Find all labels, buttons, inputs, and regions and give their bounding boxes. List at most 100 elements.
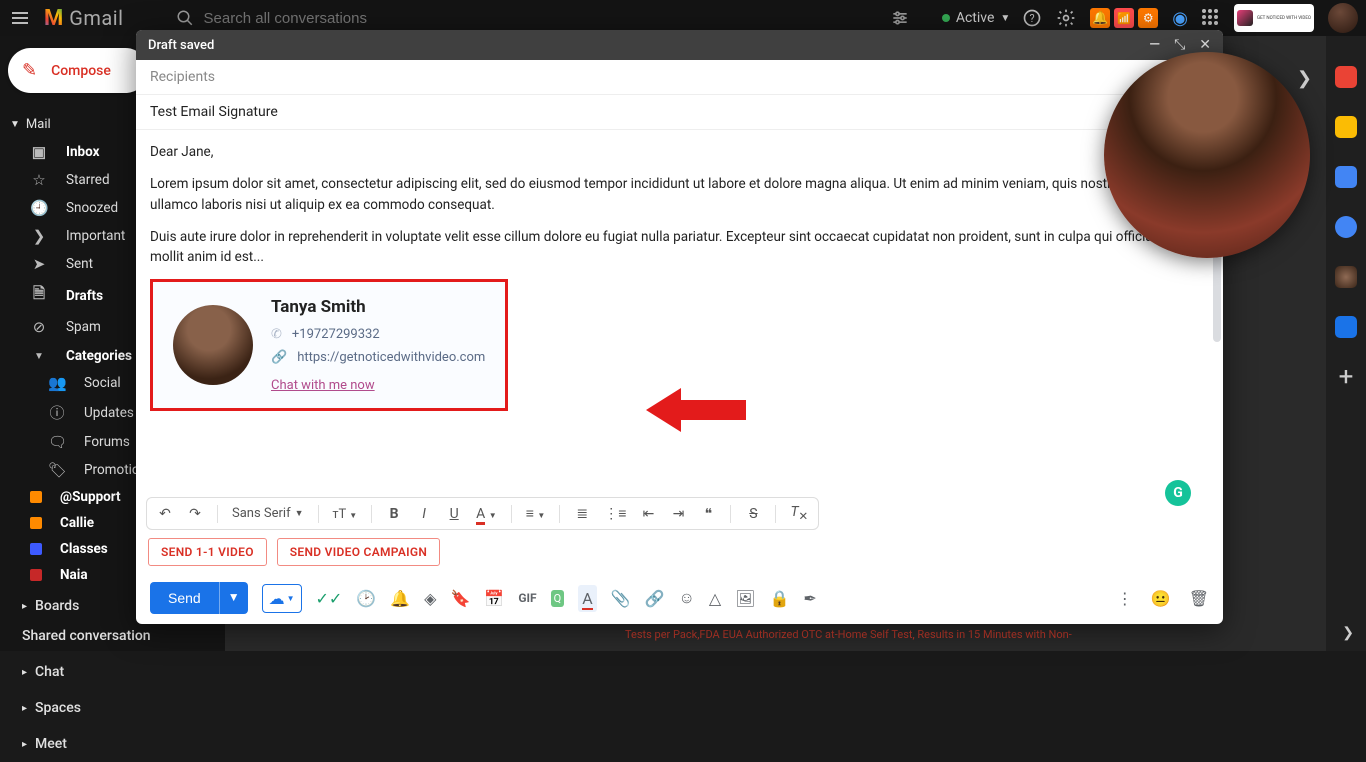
compose-body[interactable]: Dear Jane, Lorem ipsum dolor sit amet, c…: [136, 130, 1223, 493]
caret-right-icon: ▸: [22, 667, 27, 678]
gif-icon[interactable]: GIF: [518, 591, 536, 605]
sidebar-meet[interactable]: ▸Meet: [0, 726, 225, 762]
sidebar-spaces[interactable]: ▸Spaces: [0, 690, 225, 726]
send-more-options[interactable]: ▼: [219, 582, 248, 614]
undo-button[interactable]: ↶: [157, 506, 173, 522]
send-video-campaign-button[interactable]: SEND VIDEO CAMPAIGN: [277, 538, 440, 566]
compose-header[interactable]: Draft saved — ⤡ ✕: [136, 30, 1223, 60]
ext-chart-icon[interactable]: 📶: [1114, 8, 1134, 28]
sidebar-chat[interactable]: ▸Chat: [0, 654, 225, 690]
label-color-icon: [30, 569, 42, 581]
sidebar-item-label: Updates: [84, 405, 134, 421]
text-color-button[interactable]: A ▼: [476, 506, 497, 522]
search-options-icon[interactable]: [890, 8, 910, 28]
numbered-list-button[interactable]: ≣: [574, 506, 590, 522]
sidebar-item-label: Naia: [60, 567, 88, 583]
ext-gear-icon[interactable]: ⚙: [1138, 8, 1158, 28]
signature-chat-link[interactable]: Chat with me now: [271, 376, 485, 396]
updates-icon: ⓘ: [48, 402, 66, 423]
google-apps-icon[interactable]: [1202, 9, 1220, 27]
sidebar-shared-conversation[interactable]: Shared conversation: [0, 624, 225, 654]
gmail-m-icon: M: [44, 6, 63, 31]
indent-less-button[interactable]: ⇤: [640, 506, 656, 522]
signature-edit-icon[interactable]: ✒: [803, 589, 816, 608]
brand-logo-icon: [1237, 10, 1253, 26]
important-icon: ❯: [30, 227, 48, 245]
formatting-toggle-icon[interactable]: A: [578, 585, 596, 612]
align-button[interactable]: ≡ ▼: [526, 505, 546, 522]
italic-button[interactable]: I: [416, 506, 432, 522]
remove-formatting-button[interactable]: T✕: [790, 504, 808, 523]
drive-icon[interactable]: △: [709, 589, 721, 608]
sidebar-item-label: Spam: [66, 319, 101, 335]
gmail-logo[interactable]: M Gmail: [44, 6, 124, 31]
minimize-icon[interactable]: —: [1149, 37, 1160, 53]
add-addon-button[interactable]: +: [1335, 366, 1357, 388]
font-picker[interactable]: Sans Serif ▼: [232, 506, 304, 521]
sidebar-item-label: Forums: [84, 434, 130, 450]
templates-icon[interactable]: ◈: [424, 589, 436, 608]
extension-icons[interactable]: 🔔 📶 ⚙: [1090, 8, 1158, 28]
quote-button[interactable]: ❝: [700, 506, 716, 522]
cloudhq-icon[interactable]: ☁ ▼: [262, 584, 302, 613]
discard-draft-icon[interactable]: 🗑: [1189, 589, 1209, 608]
settings-icon[interactable]: [1056, 8, 1076, 28]
gmail-addon-icon[interactable]: [1335, 66, 1357, 88]
sidebar-item-label: Classes: [60, 541, 108, 557]
insert-image-icon[interactable]: 🖼: [735, 589, 755, 608]
extension-globe-icon[interactable]: ◉: [1172, 8, 1188, 29]
recipients-field[interactable]: Recipients: [136, 60, 1223, 95]
addon-avatar-icon[interactable]: [1335, 266, 1357, 288]
next-page-icon[interactable]: ❯: [1297, 68, 1312, 89]
extension-face-icon[interactable]: 😐: [1151, 589, 1171, 608]
main-menu-icon[interactable]: [8, 6, 32, 30]
label-color-icon: [30, 491, 42, 503]
more-options-icon[interactable]: ⋮: [1117, 589, 1133, 608]
grammarly-icon[interactable]: G: [1165, 480, 1191, 506]
search-input[interactable]: [204, 10, 604, 27]
reminder-icon[interactable]: 🔔: [390, 589, 410, 608]
caret-right-icon: ▸: [22, 601, 27, 612]
meet-addon-icon[interactable]: [1335, 316, 1357, 338]
calendar-icon[interactable]: 📅: [484, 589, 504, 608]
bulleted-list-button[interactable]: ⋮≡: [604, 505, 626, 522]
brand-account-card[interactable]: GET NOTICED WITH VIDEO: [1234, 4, 1314, 32]
schedule-icon[interactable]: 🕑: [356, 589, 376, 608]
right-side-panel: + ❯: [1326, 36, 1366, 651]
read-receipt-icon[interactable]: ✓✓: [316, 589, 343, 608]
insert-link-icon[interactable]: 🔗: [645, 589, 665, 608]
strikethrough-button[interactable]: S: [745, 506, 761, 522]
signature-phone: +19727299332: [292, 325, 380, 345]
emoji-icon[interactable]: ☺: [678, 588, 694, 608]
signature-card: Tanya Smith ✆+19727299332 🔗https://getno…: [150, 279, 508, 411]
indent-more-button[interactable]: ⇥: [670, 506, 686, 522]
sidebar-item-label: Social: [84, 375, 121, 391]
tasks-icon[interactable]: [1335, 166, 1357, 188]
contacts-icon[interactable]: [1335, 216, 1357, 238]
keep-icon[interactable]: [1335, 116, 1357, 138]
bookmark-icon[interactable]: 🔖: [450, 589, 470, 608]
ext-bell-icon[interactable]: 🔔: [1090, 8, 1110, 28]
search-icon[interactable]: [176, 9, 194, 27]
svg-text:?: ?: [1030, 12, 1035, 25]
background-email-text: Tests per Pack,FDA EUA Authorized OTC at…: [625, 629, 1145, 651]
compose-button[interactable]: ✎ Compose: [8, 48, 148, 93]
confidential-icon[interactable]: 🔒: [769, 589, 789, 608]
fullscreen-icon[interactable]: ⤡: [1174, 37, 1185, 53]
chat-status[interactable]: Active ▼: [942, 10, 1010, 26]
send-button[interactable]: Send: [150, 582, 219, 614]
bold-button[interactable]: B: [386, 506, 402, 522]
attach-icon[interactable]: 📎: [611, 589, 631, 608]
support-icon[interactable]: ?: [1022, 8, 1042, 28]
account-avatar[interactable]: [1328, 3, 1358, 33]
font-size-button[interactable]: ᴛT ▼: [333, 506, 358, 522]
underline-button[interactable]: U: [446, 506, 462, 522]
extension-q-icon[interactable]: Q: [551, 590, 565, 607]
subject-field[interactable]: Test Email Signature: [136, 95, 1223, 130]
sidebar-item-label: Inbox: [66, 144, 99, 160]
compose-header-title: Draft saved: [148, 38, 214, 53]
collapse-panel-icon[interactable]: ❯: [1342, 625, 1354, 641]
redo-button[interactable]: ↷: [187, 506, 203, 522]
close-icon[interactable]: ✕: [1199, 37, 1211, 53]
send-1-1-video-button[interactable]: SEND 1-1 VIDEO: [148, 538, 267, 566]
